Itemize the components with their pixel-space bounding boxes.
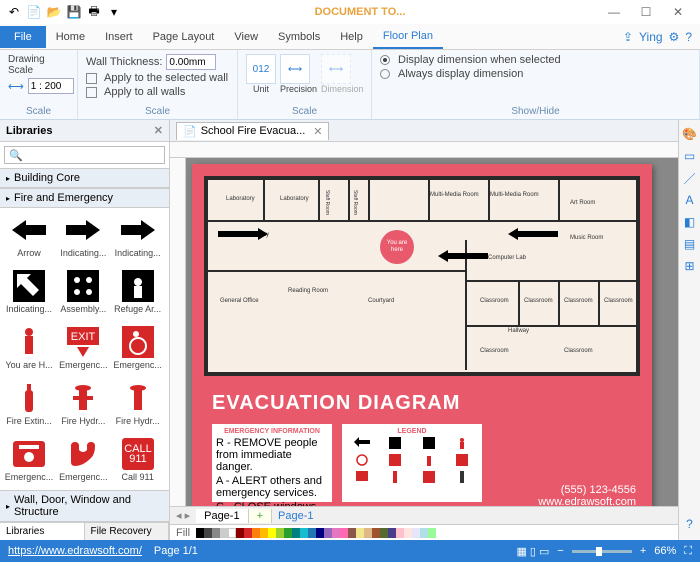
tool-style-icon[interactable]: ▭ [682,148,698,164]
tool-theme-icon[interactable]: 🎨 [682,126,698,142]
tab-view[interactable]: View [224,26,268,48]
shape-emergency-exit[interactable]: EXITEmergenc... [58,324,108,378]
right-toolbar: 🎨 ▭ ／ A ◧ ▤ ⊞ ? [678,120,700,540]
dimension-button[interactable]: ⟷ [321,54,351,84]
libraries-title: Libraries [6,125,52,137]
drawing-scale-label: Drawing Scale [8,54,69,76]
floor-plan: You are here Laboratory Laboratory Staff… [204,176,640,376]
shape-indicating-1[interactable]: Indicating... [58,212,108,266]
tool-prop-icon[interactable]: ▤ [682,236,698,252]
ribbon-group-showhide: Show/Hide [372,106,699,117]
tool-grid-icon[interactable]: ⊞ [682,258,698,274]
ribbon-group-scale: Scale [0,106,77,117]
shape-fire-hydrant-2[interactable]: Fire Hydr... [113,380,163,434]
file-menu[interactable]: File [0,26,46,48]
qat-print[interactable]: 🖶 [86,4,102,20]
fit-page-icon[interactable]: ⛶ [684,545,692,558]
lib-cat-fire-emergency[interactable]: ▸Fire and Emergency [0,188,169,208]
close-doc-tab-icon[interactable]: ✕ [313,125,322,138]
ribbon-group-scale-3: Scale [238,106,371,117]
help-icon[interactable]: ? [685,30,692,44]
you-are-here-marker: You are here [380,230,414,264]
document-title: DOCUMENT TO... [128,6,592,18]
diagram-page[interactable]: loGo [192,164,652,506]
vertical-ruler [170,158,186,506]
unit-button[interactable]: 012 [246,54,276,84]
tool-help-icon[interactable]: ? [682,516,698,532]
svg-text:911: 911 [129,453,147,465]
ribbon-group-scale-2: Scale [78,106,237,117]
shape-emergency-phone[interactable]: Emergenc... [4,436,54,490]
tool-line-icon[interactable]: ／ [682,170,698,186]
shape-arrow[interactable]: Arrow [4,212,54,266]
shape-palette: Arrow Indicating... Indicating... Indica… [0,208,169,490]
horizontal-ruler [170,142,678,158]
zoom-in-icon[interactable]: + [640,545,646,557]
wall-thickness-label: Wall Thickness: [86,56,162,68]
tool-layer-icon[interactable]: ◧ [682,214,698,230]
qat-new[interactable]: 📄 [26,4,42,20]
share-icon[interactable]: ⇪ [623,30,633,44]
view-mode-icon[interactable]: ▦ ▯ ▭ [516,545,549,558]
document-tab[interactable]: 📄 School Fire Evacua... ✕ [176,122,329,140]
shape-assembly[interactable]: Assembly... [58,268,108,322]
tab-help[interactable]: Help [330,26,373,48]
apply-all-walls[interactable]: Apply to all walls [86,86,229,98]
add-page-tab[interactable]: + [249,509,272,523]
zoom-value: 66% [654,545,676,557]
lib-cat-wall-door[interactable]: ▸Wall, Door, Window and Structure [0,490,169,522]
tool-text-icon[interactable]: A [682,192,698,208]
window-minimize[interactable]: — [602,5,626,19]
lib-cat-building-core[interactable]: ▸Building Core [0,168,169,188]
evacuation-title: EVACUATION DIAGRAM [212,392,460,415]
precision-button[interactable]: ⟷ [280,54,310,84]
settings-gear-icon[interactable]: ⚙ [669,30,680,44]
tab-home[interactable]: Home [46,26,95,48]
always-display-dim[interactable]: Always display dimension [380,68,691,80]
shape-you-are-here[interactable]: You are H... [4,324,54,378]
shape-emergency-wheel[interactable]: Emergenc... [113,324,163,378]
shape-indicating-2[interactable]: Indicating... [113,212,163,266]
shape-fire-extinguisher[interactable]: Fire Extin... [4,380,54,434]
user-name[interactable]: Ying [639,30,663,44]
library-search[interactable]: 🔍 [4,146,165,164]
canvas[interactable]: loGo [170,158,678,506]
window-close[interactable]: ✕ [666,5,690,19]
tab-symbols[interactable]: Symbols [268,26,330,48]
tab-floor-plan[interactable]: Floor Plan [373,25,443,49]
sidebar-tab-file-recovery[interactable]: File Recovery [85,523,170,540]
page-tab-1[interactable]: Page-1 [196,509,248,523]
status-page: Page 1/1 [154,545,198,557]
apply-selected-wall[interactable]: Apply to the selected wall [86,72,229,84]
status-url[interactable]: https://www.edrawsoft.com/ [8,545,142,557]
window-maximize[interactable]: ☐ [634,5,658,19]
sidebar-tab-libraries[interactable]: Libraries [0,523,85,540]
tab-page-layout[interactable]: Page Layout [143,26,225,48]
zoom-out-icon[interactable]: − [557,545,563,557]
libraries-close-icon[interactable]: ✕ [154,124,163,137]
qat-save[interactable]: 💾 [66,4,82,20]
emergency-info-box: EMERGENCY INFORMATION R - REMOVE people … [212,424,332,502]
svg-text:EXIT: EXIT [71,331,96,343]
fill-label: Fill [170,527,196,539]
shape-call-911[interactable]: CALL911Call 911 [113,436,163,490]
qat-more[interactable]: ▾ [106,4,122,20]
shape-fire-hydrant[interactable]: Fire Hydr... [58,380,108,434]
zoom-slider[interactable] [572,550,632,553]
shape-refuge[interactable]: Refuge Ar... [113,268,163,322]
drawing-scale-input[interactable] [28,78,74,94]
doc-icon: 📄 [183,125,197,138]
display-dim-selected[interactable]: Display dimension when selected [380,54,691,66]
shape-emergency-phone-2[interactable]: Emergenc... [58,436,108,490]
qat-undo[interactable]: ↶ [6,4,22,20]
qat-open[interactable]: 📂 [46,4,62,20]
tab-insert[interactable]: Insert [95,26,143,48]
legend-box: LEGEND [342,424,482,502]
wall-thickness-input[interactable] [166,54,216,70]
shape-indicating-diag[interactable]: Indicating... [4,268,54,322]
